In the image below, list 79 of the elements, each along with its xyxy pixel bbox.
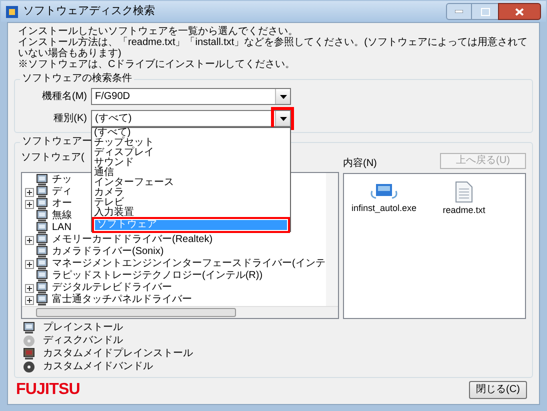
group-title: ソフトウェアー	[20, 137, 94, 147]
contents-label: 内容(N)	[343, 159, 377, 169]
dropdown-option[interactable]: 入力装置	[92, 208, 290, 218]
close-button[interactable]	[498, 3, 541, 20]
computer-icon	[23, 322, 35, 334]
combo-box[interactable]: F/G90D	[91, 88, 291, 105]
expand-icon[interactable]	[25, 200, 34, 208]
disc-icon	[23, 361, 35, 373]
computer-icon	[36, 234, 48, 246]
tree-item[interactable]: カメラドライバー(Sonix)	[50, 247, 164, 257]
minimize-button[interactable]	[446, 3, 472, 20]
group-title: ソフトウェアの検索条件	[20, 74, 134, 84]
computer-icon	[36, 282, 48, 294]
tree-item[interactable]: メモリーカードドライバー(Realtek)	[50, 235, 213, 245]
file-name[interactable]: readme.txt	[442, 206, 486, 215]
maximize-button[interactable]	[472, 3, 498, 20]
close-icon	[515, 8, 524, 16]
tree-item[interactable]: オー	[50, 199, 72, 209]
instruction-text: インストールしたいソフトウェアを一覧から選んでください。	[18, 26, 299, 37]
expand-icon[interactable]	[25, 284, 34, 292]
combo-value: (すべて)	[95, 114, 132, 124]
instruction-text: ※ソフトウェアは、Cドライブにインストールしてください。	[18, 59, 296, 70]
computer-icon	[36, 186, 48, 198]
computer-icon	[36, 198, 48, 210]
field-label: 機種名(M)	[41, 92, 88, 102]
computer-icon	[23, 348, 35, 360]
dropdown-option[interactable]: サウンド	[92, 158, 290, 168]
dropdown-option[interactable]: チップセット	[92, 138, 290, 148]
computer-icon	[36, 246, 48, 258]
dropdown-button[interactable]	[275, 111, 290, 126]
disc-icon	[23, 335, 35, 347]
combo-box[interactable]: (すべて)	[91, 110, 291, 127]
computer-icon	[36, 258, 48, 270]
computer-icon	[36, 174, 48, 186]
expand-icon[interactable]	[25, 236, 34, 244]
minimize-icon	[455, 10, 463, 13]
field-label: 種別(K)	[52, 114, 88, 124]
dropdown-option[interactable]: (すべて)	[92, 128, 290, 138]
tree-item[interactable]: 無線	[50, 211, 72, 221]
maximize-icon	[480, 8, 490, 16]
expand-icon[interactable]	[25, 296, 34, 304]
tree-item[interactable]: 富士通タッチパネルドライバー	[50, 295, 192, 305]
file-name[interactable]: infinst_autol.exe	[351, 204, 417, 213]
tree-item[interactable]: ラピッドストレージテクノロジー(インテル(R))	[50, 271, 263, 281]
legend-label: カスタムメイドバンドル	[43, 362, 153, 372]
expand-icon[interactable]	[25, 260, 34, 268]
app-icon	[6, 6, 18, 18]
legend-label: ディスクバンドル	[43, 336, 123, 346]
caret-icon	[280, 116, 286, 120]
dropdown-option[interactable]: テレビ	[92, 198, 290, 208]
caret-icon	[280, 94, 286, 98]
legend-label: カスタムメイドプレインストール	[43, 349, 193, 359]
scrollbar-thumb[interactable]	[36, 308, 236, 317]
dropdown-option[interactable]: ディスプレイ	[92, 148, 290, 158]
computer-icon	[36, 222, 48, 234]
expand-icon[interactable]	[25, 188, 34, 196]
tree-item[interactable]: チッ	[50, 175, 72, 185]
instruction-text: インストール方法は、「readme.txt」「install.txt」などを参照してください。(ソフトウェアによっては用意されていない場合もあります)	[18, 37, 528, 59]
computer-icon	[36, 294, 48, 306]
setup-program-icon	[370, 181, 398, 201]
dropdown-button[interactable]	[275, 89, 290, 104]
computer-icon	[36, 270, 48, 282]
legend-label: プレインストール	[43, 323, 123, 333]
dropdown-option[interactable]: インターフェース	[92, 178, 290, 188]
vertical-scrollbar[interactable]	[326, 173, 338, 306]
tree-item[interactable]: デジタルテレビドライバー	[50, 283, 172, 293]
computer-icon	[36, 210, 48, 222]
close-dialog-button[interactable]: 閉じる(C)	[469, 381, 527, 399]
text-document-icon	[455, 181, 473, 203]
window-title: ソフトウェアディスク検索	[23, 6, 155, 17]
fujitsu-logo: FUJITSU	[15, 382, 80, 398]
tree-item[interactable]: ディ	[50, 187, 72, 197]
tree-item[interactable]: マネージメントエンジンインターフェースドライバー(インテ	[50, 259, 326, 269]
tree-item[interactable]: LAN	[50, 223, 72, 233]
combo-value: F/G90D	[95, 92, 130, 102]
horizontal-scrollbar[interactable]	[22, 306, 338, 318]
dropdown-option[interactable]: カメラ	[92, 188, 290, 198]
dropdown-option[interactable]: 通信	[92, 168, 290, 178]
tree-label: ソフトウェア(	[21, 151, 84, 163]
